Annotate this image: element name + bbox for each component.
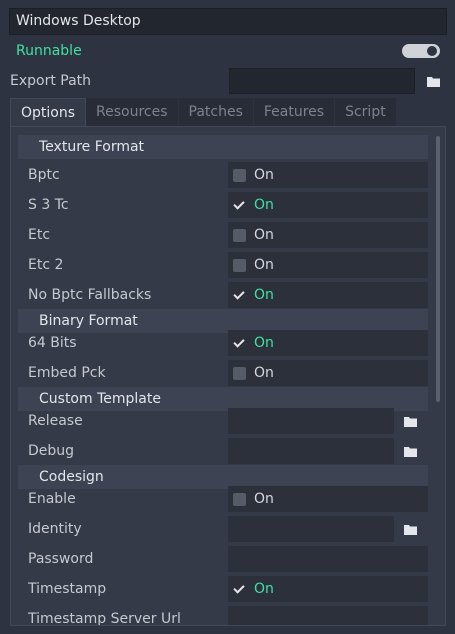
tab-features[interactable]: Features bbox=[253, 98, 336, 126]
timestamp-label: Timestamp bbox=[28, 581, 107, 597]
export-path-label: Export Path bbox=[10, 73, 92, 89]
tab-resources[interactable]: Resources bbox=[86, 98, 179, 126]
checkmark-icon bbox=[233, 583, 246, 596]
timestamp-checkbox[interactable]: On bbox=[228, 576, 428, 602]
release-label: Release bbox=[28, 413, 83, 429]
enable-value: On bbox=[254, 491, 274, 507]
tab-options[interactable]: Options bbox=[10, 98, 87, 126]
embed-pck-checkbox[interactable]: On bbox=[228, 360, 428, 386]
checkbox-icon bbox=[233, 258, 246, 272]
options-panel: Texture Format Bptc On S 3 Tc On Etc On … bbox=[10, 126, 446, 626]
etc-label: Etc bbox=[28, 227, 51, 243]
no-bptc-fallbacks-checkbox[interactable]: On bbox=[228, 282, 428, 308]
64-bits-checkbox[interactable]: On bbox=[228, 330, 428, 356]
etc-value: On bbox=[254, 227, 274, 243]
folder-icon bbox=[426, 76, 440, 87]
export-path-input[interactable] bbox=[229, 68, 415, 94]
tab-bar: Options Resources Patches Features Scrip… bbox=[10, 98, 397, 126]
no-bptc-fallbacks-label: No Bptc Fallbacks bbox=[28, 287, 152, 303]
s3tc-label: S 3 Tc bbox=[28, 197, 69, 213]
checkmark-icon bbox=[233, 337, 246, 350]
etc2-checkbox[interactable]: On bbox=[228, 252, 428, 278]
checkmark-icon bbox=[233, 289, 246, 302]
debug-label: Debug bbox=[28, 443, 75, 459]
identity-path-input[interactable] bbox=[228, 516, 394, 542]
s3tc-checkbox[interactable]: On bbox=[228, 192, 428, 218]
etc-checkbox[interactable]: On bbox=[228, 222, 428, 248]
bptc-value: On bbox=[254, 167, 274, 183]
folder-icon bbox=[403, 416, 417, 427]
debug-path-input[interactable] bbox=[228, 438, 394, 464]
embed-pck-label: Embed Pck bbox=[28, 365, 106, 381]
folder-icon bbox=[403, 446, 417, 457]
toggle-knob bbox=[427, 46, 437, 56]
64-bits-value: On bbox=[254, 335, 274, 351]
timestamp-value: On bbox=[254, 581, 274, 597]
64-bits-label: 64 Bits bbox=[28, 335, 77, 351]
bptc-checkbox[interactable]: On bbox=[228, 162, 428, 188]
identity-label: Identity bbox=[28, 521, 82, 537]
timestamp-server-url-input[interactable] bbox=[228, 606, 428, 625]
password-label: Password bbox=[28, 551, 94, 567]
timestamp-server-url-label: Timestamp Server Url bbox=[28, 611, 181, 626]
enable-checkbox[interactable]: On bbox=[228, 486, 428, 512]
export-path-browse-button[interactable] bbox=[419, 68, 447, 94]
embed-pck-value: On bbox=[254, 365, 274, 381]
checkbox-icon bbox=[233, 228, 246, 242]
tab-script[interactable]: Script bbox=[335, 98, 397, 126]
checkbox-icon bbox=[233, 168, 246, 182]
identity-browse-button[interactable] bbox=[396, 516, 424, 542]
no-bptc-fallbacks-value: On bbox=[254, 287, 274, 303]
runnable-toggle[interactable] bbox=[402, 44, 440, 58]
debug-browse-button[interactable] bbox=[396, 438, 424, 464]
options-list: Texture Format Bptc On S 3 Tc On Etc On … bbox=[18, 132, 428, 626]
vertical-scrollbar[interactable] bbox=[436, 136, 440, 402]
enable-label: Enable bbox=[28, 491, 76, 507]
release-browse-button[interactable] bbox=[396, 408, 424, 434]
s3tc-value: On bbox=[254, 197, 274, 213]
etc2-value: On bbox=[254, 257, 274, 273]
section-texture-format[interactable]: Texture Format bbox=[18, 135, 428, 159]
password-input[interactable] bbox=[228, 546, 428, 572]
tab-patches[interactable]: Patches bbox=[178, 98, 254, 126]
checkbox-icon bbox=[233, 366, 246, 380]
release-path-input[interactable] bbox=[228, 408, 394, 434]
preset-name-field[interactable]: Windows Desktop bbox=[9, 8, 447, 35]
checkbox-icon bbox=[233, 492, 246, 506]
folder-icon bbox=[403, 524, 417, 535]
runnable-label: Runnable bbox=[16, 43, 82, 59]
bptc-label: Bptc bbox=[28, 167, 60, 183]
checkmark-icon bbox=[233, 199, 246, 212]
etc2-label: Etc 2 bbox=[28, 257, 64, 273]
